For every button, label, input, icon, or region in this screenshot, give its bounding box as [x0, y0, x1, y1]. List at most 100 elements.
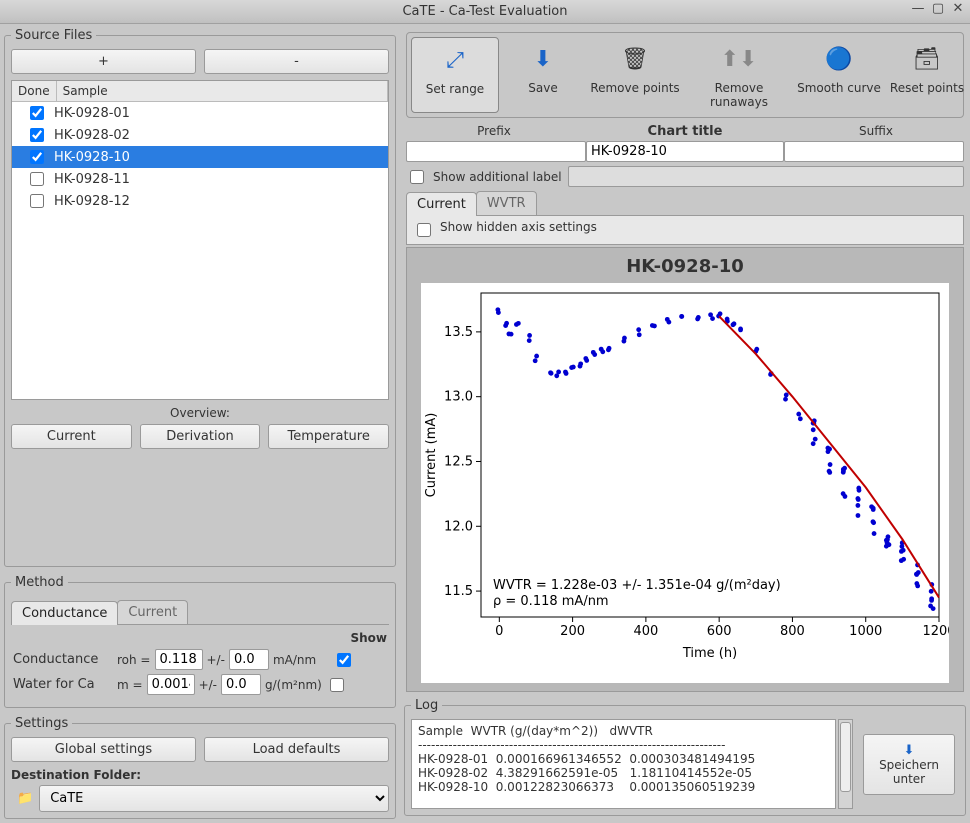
show-conductance-checkbox[interactable] — [337, 653, 351, 667]
conductance-label: Conductance — [13, 652, 113, 667]
chart-area[interactable]: HK-0928-10 0 200 400 600 800 1000 1200 11.5 12.0… — [406, 247, 964, 692]
svg-text:200: 200 — [560, 624, 585, 639]
source-files-group: Source Files + - Done Sample HK-0928-01 … — [4, 28, 396, 567]
roh-unit: mA/nm — [273, 653, 329, 667]
add-source-button[interactable]: + — [11, 49, 196, 74]
m-value-input[interactable] — [147, 674, 195, 695]
sample-row[interactable]: HK-0928-02 — [12, 124, 388, 146]
smooth-icon: 🔵 — [797, 43, 881, 75]
load-defaults-button[interactable]: Load defaults — [204, 737, 389, 762]
save-icon: ⬇ — [501, 43, 585, 75]
prefix-label: Prefix — [406, 124, 582, 139]
tab-chart-current[interactable]: Current — [406, 192, 477, 216]
svg-text:0: 0 — [495, 624, 503, 639]
overview-derivation-button[interactable]: Derivation — [140, 424, 261, 449]
remove-source-button[interactable]: - — [204, 49, 389, 74]
settings-group: Settings Global settings Load defaults D… — [4, 716, 396, 819]
set-range-button[interactable]: ⤢ Set range — [411, 37, 499, 113]
sample-row[interactable]: HK-0928-10 — [12, 146, 388, 168]
log-group: Log Sample WVTR (g/(day*m^2)) dWVTR ----… — [404, 698, 966, 816]
close-icon[interactable]: ✕ — [952, 2, 964, 14]
save-button[interactable]: ⬇ Save — [499, 37, 587, 113]
chart-title-input[interactable] — [586, 141, 784, 162]
remove-runaways-button[interactable]: ⬆⬇ Remove runaways — [683, 37, 795, 113]
svg-text:Time (h): Time (h) — [682, 646, 737, 661]
method-legend: Method — [11, 575, 68, 590]
prefix-input[interactable] — [406, 141, 586, 162]
sample-done-checkbox[interactable] — [30, 150, 44, 164]
settings-legend: Settings — [11, 716, 72, 731]
svg-text:WVTR = 1.228e-03 +/- 1.351e-04: WVTR = 1.228e-03 +/- 1.351e-04 g/(m²day) — [493, 578, 781, 593]
dest-folder-label: Destination Folder: — [11, 768, 141, 782]
sample-name: HK-0928-02 — [54, 128, 130, 143]
sample-name: HK-0928-12 — [54, 194, 130, 209]
svg-text:11.5: 11.5 — [444, 584, 473, 599]
svg-text:1200: 1200 — [922, 624, 949, 639]
col-done[interactable]: Done — [12, 81, 57, 101]
svg-text:13.5: 13.5 — [444, 325, 473, 340]
svg-text:1000: 1000 — [849, 624, 882, 639]
log-text[interactable]: Sample WVTR (g/(day*m^2)) dWVTR --------… — [411, 719, 836, 809]
save-as-icon: ⬇ — [870, 743, 948, 758]
sample-done-checkbox[interactable] — [30, 194, 44, 208]
show-heading: Show — [350, 631, 387, 645]
overview-label: Overview: — [11, 406, 389, 420]
sample-table-header: Done Sample — [12, 81, 388, 102]
minimize-icon[interactable]: — — [912, 2, 924, 14]
window-title: CaTE - Ca-Test Evaluation — [402, 4, 567, 19]
source-files-legend: Source Files — [11, 28, 96, 43]
m-unit: g/(m²nm) — [265, 678, 322, 692]
overview-current-button[interactable]: Current — [11, 424, 132, 449]
save-as-button[interactable]: ⬇ Speichern unter — [863, 734, 955, 795]
maximize-icon[interactable]: ▢ — [932, 2, 944, 14]
svg-text:12.5: 12.5 — [444, 454, 473, 469]
global-settings-button[interactable]: Global settings — [11, 737, 196, 762]
remove-points-button[interactable]: 🗑 Remove points — [587, 37, 683, 113]
sample-row[interactable]: HK-0928-12 — [12, 190, 388, 212]
set-range-icon: ⤢ — [414, 44, 496, 76]
roh-value-input[interactable] — [155, 649, 203, 670]
suffix-label: Suffix — [788, 124, 964, 139]
svg-text:600: 600 — [707, 624, 732, 639]
reset-icon: 🗃 — [885, 43, 969, 75]
tab-chart-wvtr[interactable]: WVTR — [476, 191, 537, 215]
method-group: Method Conductance Current Show Conducta… — [4, 575, 396, 708]
col-sample[interactable]: Sample — [57, 81, 388, 101]
reset-points-button[interactable]: 🗃 Reset points — [883, 37, 970, 113]
svg-text:12.0: 12.0 — [444, 519, 473, 534]
sample-name: HK-0928-01 — [54, 106, 130, 121]
sample-done-checkbox[interactable] — [30, 106, 44, 120]
tab-conductance[interactable]: Conductance — [11, 601, 118, 625]
show-additional-label-checkbox[interactable] — [410, 170, 424, 184]
smooth-curve-button[interactable]: 🔵 Smooth curve — [795, 37, 883, 113]
svg-text:800: 800 — [780, 624, 805, 639]
log-scrollbar[interactable] — [838, 719, 853, 809]
sample-name: HK-0928-10 — [54, 150, 130, 165]
sample-done-checkbox[interactable] — [30, 172, 44, 186]
dest-folder-select[interactable]: CaTE — [39, 785, 389, 812]
roh-error-input[interactable] — [229, 649, 269, 670]
show-hidden-axis-label: Show hidden axis settings — [440, 220, 597, 240]
sample-done-checkbox[interactable] — [30, 128, 44, 142]
sample-row[interactable]: HK-0928-11 — [12, 168, 388, 190]
additional-label-input — [568, 166, 964, 187]
overview-temperature-button[interactable]: Temperature — [268, 424, 389, 449]
sample-table[interactable]: Done Sample HK-0928-01 HK-0928-02 HK-092… — [11, 80, 389, 400]
sample-row[interactable]: HK-0928-01 — [12, 102, 388, 124]
show-water-checkbox[interactable] — [330, 678, 344, 692]
show-hidden-axis-checkbox[interactable] — [417, 223, 431, 237]
roh-label: roh = — [117, 653, 151, 667]
svg-text:ρ = 0.118 mA/nm: ρ = 0.118 mA/nm — [493, 594, 609, 609]
folder-icon: 📁 — [17, 791, 33, 806]
svg-text:400: 400 — [633, 624, 658, 639]
chart-title: HK-0928-10 — [411, 252, 959, 279]
chart-title-label: Chart title — [648, 124, 723, 139]
suffix-input[interactable] — [784, 141, 964, 162]
show-additional-label-text: Show additional label — [433, 170, 562, 184]
tab-current[interactable]: Current — [117, 600, 188, 624]
titlebar: CaTE - Ca-Test Evaluation — ▢ ✕ — [0, 0, 970, 24]
toolbar: ⤢ Set range ⬇ Save 🗑 Remove points ⬆⬇ Re… — [406, 32, 964, 118]
sample-name: HK-0928-11 — [54, 172, 130, 187]
arrows-icon: ⬆⬇ — [685, 43, 793, 75]
m-error-input[interactable] — [221, 674, 261, 695]
